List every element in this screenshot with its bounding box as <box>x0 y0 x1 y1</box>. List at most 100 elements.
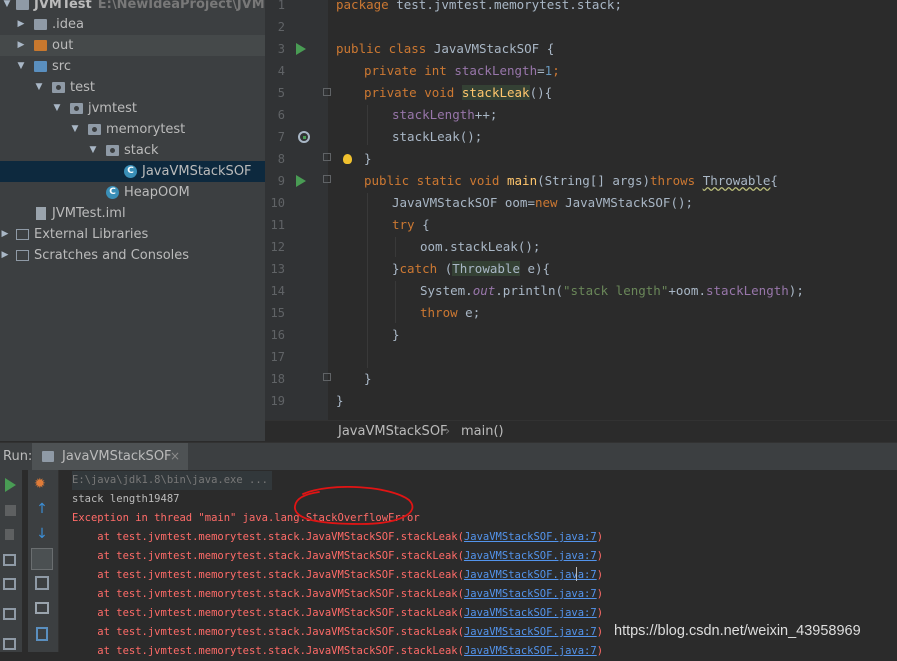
code-line-15: throw e; <box>420 305 481 320</box>
stack-trace-link[interactable]: JavaVMStackSOF.java:7 <box>464 645 597 657</box>
run-tab[interactable]: JavaVMStackSOF × <box>32 443 188 470</box>
code-line-1: package test.jvmtest.memorytest.stack; <box>336 0 622 12</box>
lightbulb-icon[interactable] <box>343 154 352 164</box>
line-number: 7 <box>277 130 285 144</box>
fold-icon[interactable] <box>323 88 331 96</box>
scroll-up-icon[interactable]: ↑ <box>34 501 50 517</box>
tree-item-test[interactable]: ▼ test <box>0 77 265 98</box>
fold-icon[interactable] <box>323 153 331 161</box>
tree-item-memorytest[interactable]: ▼ memorytest <box>0 119 265 140</box>
tree-item-label: Scratches and Consoles <box>34 248 190 263</box>
tree-item-label: out <box>52 38 74 53</box>
run-tab-label: JavaVMStackSOF <box>62 449 172 464</box>
chevron-down-icon[interactable]: ▼ <box>16 56 26 77</box>
fold-icon[interactable] <box>323 373 331 381</box>
stop-icon[interactable] <box>5 505 16 516</box>
layout-icon[interactable] <box>3 608 16 620</box>
soft-wrap-icon[interactable] <box>31 548 53 570</box>
exit-icon[interactable] <box>3 578 16 590</box>
line-number: 6 <box>277 108 285 122</box>
line-number: 17 <box>270 350 285 364</box>
tree-item-jvmtest[interactable]: ▼ jvmtest <box>0 98 265 119</box>
scroll-down-icon[interactable]: ↓ <box>34 526 50 542</box>
tree-item-external-libraries[interactable]: ▶ External Libraries <box>0 224 265 245</box>
print-icon[interactable] <box>35 602 49 614</box>
tree-item-out[interactable]: ▶ out <box>0 35 265 56</box>
line-number: 15 <box>270 306 285 320</box>
stack-trace-link[interactable]: JavaVMStackSOF.java:7 <box>464 531 597 543</box>
tree-item-scratches[interactable]: ▶ Scratches and Consoles <box>0 245 265 266</box>
scratches-icon <box>16 250 29 261</box>
tree-item-heapoom[interactable]: C HeapOOM <box>0 182 265 203</box>
annotation-circle <box>294 486 414 525</box>
java-app-icon <box>42 451 54 462</box>
code-line-6: stackLength++; <box>392 107 498 122</box>
recursion-icon <box>298 131 310 143</box>
class-icon: C <box>124 165 137 178</box>
line-number: 14 <box>270 284 285 298</box>
class-icon: C <box>106 186 119 199</box>
line-number: 5 <box>277 86 285 100</box>
code-line-3: public class JavaVMStackSOF { <box>336 41 555 56</box>
indent-guide <box>395 281 396 323</box>
tree-item-javavmstacksof[interactable]: C JavaVMStackSOF <box>0 161 265 182</box>
chevron-right-icon[interactable]: ▶ <box>16 35 26 56</box>
line-number: 18 <box>270 372 285 386</box>
dump-threads-icon[interactable] <box>3 554 16 566</box>
pause-icon[interactable] <box>5 529 14 540</box>
tree-item-iml[interactable]: JVMTest.iml <box>0 203 265 224</box>
code-line-14: System.out.println("stack length"+oom.st… <box>420 283 804 298</box>
run-class-icon[interactable] <box>296 43 306 55</box>
chevron-down-icon[interactable]: ▼ <box>2 0 12 15</box>
stack-trace-line: at test.jvmtest.memorytest.stack.JavaVMS… <box>72 550 604 562</box>
rerun-icon[interactable] <box>5 478 16 492</box>
chevron-down-icon[interactable]: ▼ <box>70 119 80 140</box>
line-number: 4 <box>277 64 285 78</box>
debug-settings-icon[interactable]: ✹ <box>34 476 50 492</box>
package-icon <box>70 103 83 114</box>
line-number: 12 <box>270 240 285 254</box>
chevron-right-icon[interactable]: ▶ <box>16 14 26 35</box>
code-line-9: public static void main(String[] args)th… <box>364 173 778 188</box>
tree-item-label: test <box>70 80 95 95</box>
tree-item-stack[interactable]: ▼ stack <box>0 140 265 161</box>
close-icon[interactable]: × <box>170 443 180 470</box>
code-line-12: oom.stackLeak(); <box>420 239 541 254</box>
chevron-down-icon[interactable]: ▼ <box>52 98 62 119</box>
text-caret <box>576 567 577 581</box>
line-number: 9 <box>277 174 285 188</box>
breadcrumb-item-class[interactable]: JavaVMStackSOF <box>338 421 448 443</box>
folder-icon <box>34 19 47 30</box>
package-icon <box>88 124 101 135</box>
module-file-icon <box>36 207 46 220</box>
chevron-down-icon[interactable]: ▼ <box>88 140 98 161</box>
line-number: 3 <box>277 42 285 56</box>
folder-icon <box>34 40 47 51</box>
package-icon <box>106 145 119 156</box>
tree-item-label: memorytest <box>106 122 186 137</box>
stack-trace-link[interactable]: JavaVMStackSOF.java:7 <box>464 550 597 562</box>
source-folder-icon <box>34 61 47 72</box>
chevron-right-icon[interactable]: ▶ <box>0 245 10 266</box>
stack-trace-line: at test.jvmtest.memorytest.stack.JavaVMS… <box>72 588 604 600</box>
stack-trace-link[interactable]: JavaVMStackSOF.java:7 <box>464 588 597 600</box>
code-line-19: } <box>336 393 344 408</box>
tree-item-root[interactable]: ▼ JVMTest E:\NewIdeaProject\JVMTest <box>0 0 265 15</box>
breadcrumb: JavaVMStackSOF › main() <box>265 420 897 443</box>
run-main-icon[interactable] <box>296 175 306 187</box>
indent-guide <box>367 105 368 145</box>
chevron-right-icon[interactable]: ▶ <box>0 224 10 245</box>
line-number: 10 <box>270 196 285 210</box>
chevron-down-icon[interactable]: ▼ <box>34 77 44 98</box>
scroll-to-end-icon[interactable] <box>35 576 49 590</box>
stack-trace-link[interactable]: JavaVMStackSOF.java:7 <box>464 626 597 638</box>
package-icon <box>52 82 65 93</box>
tree-item-src[interactable]: ▼ src <box>0 56 265 77</box>
trash-icon[interactable] <box>36 627 48 641</box>
fold-icon[interactable] <box>323 175 331 183</box>
tree-item-idea[interactable]: ▶ .idea <box>0 14 265 35</box>
pin-icon[interactable] <box>3 638 16 650</box>
stack-trace-link[interactable]: JavaVMStackSOF.java:7 <box>464 607 597 619</box>
tree-item-label: jvmtest <box>88 101 137 116</box>
breadcrumb-item-method[interactable]: main() <box>461 421 504 443</box>
